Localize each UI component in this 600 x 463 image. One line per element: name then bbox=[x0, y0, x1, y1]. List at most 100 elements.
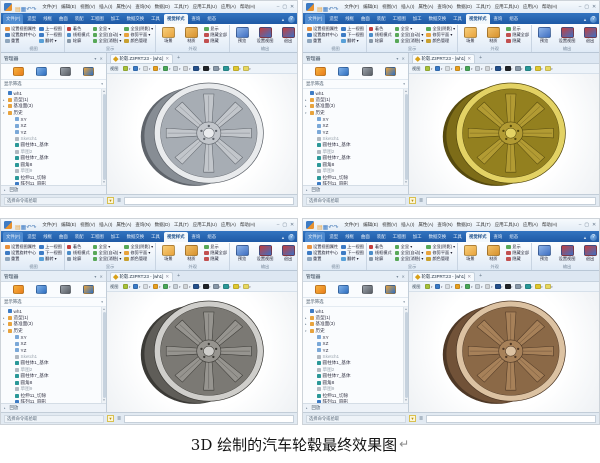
tree-expand-icon[interactable]: ▸ bbox=[3, 316, 7, 320]
filter-funnel-icon[interactable]: ▼ bbox=[107, 197, 114, 204]
snap-point-icon[interactable]: ▾ bbox=[233, 65, 241, 72]
ribbon-tab[interactable]: 曲面 bbox=[56, 14, 71, 24]
grid-icon[interactable]: ▾ bbox=[213, 283, 221, 290]
menu-item[interactable]: 文件(F) bbox=[344, 2, 359, 12]
model-canvas[interactable] bbox=[107, 74, 297, 194]
menu-item[interactable]: 数据(D) bbox=[457, 220, 472, 230]
wireframe-icon[interactable]: ▾ bbox=[142, 65, 150, 72]
grid-icon[interactable]: ▾ bbox=[515, 65, 523, 72]
sketch-edit-icon[interactable]: ▾ bbox=[484, 65, 493, 72]
ribbon-button[interactable]: 重置 bbox=[307, 256, 338, 262]
replay-section[interactable]: ▸ 回放 bbox=[1, 403, 106, 412]
ribbon-button[interactable]: 翻转 ▾ bbox=[341, 256, 364, 262]
ribbon-tab[interactable]: 工具 bbox=[450, 14, 465, 24]
command-input[interactable] bbox=[426, 196, 596, 205]
tree-expand-icon[interactable]: ▸ bbox=[305, 104, 309, 108]
globe-icon[interactable]: ▾ bbox=[525, 283, 533, 290]
pin-icon[interactable]: ▾ bbox=[94, 56, 96, 61]
ribbon-tab[interactable]: 文件(F) bbox=[3, 232, 24, 242]
ribbon-collapse-icon[interactable]: ▲ bbox=[583, 17, 587, 22]
minimize-button[interactable]: – bbox=[579, 221, 582, 230]
ribbon-button[interactable]: 全显(消隐) ▾ bbox=[394, 38, 423, 44]
menu-item[interactable]: 属性(A) bbox=[116, 2, 131, 12]
list-icon[interactable]: ≣ bbox=[117, 415, 121, 423]
light-icon[interactable]: ▾ bbox=[454, 283, 462, 290]
view-dropdown[interactable]: 视图 bbox=[110, 284, 118, 290]
ribbon-button[interactable]: 颜色管理 bbox=[426, 256, 455, 262]
frame-icon[interactable]: ▾ bbox=[474, 283, 482, 290]
tree-item[interactable]: 阵列11_圆形 bbox=[303, 399, 402, 403]
menu-item[interactable]: 帮助(H) bbox=[240, 2, 255, 12]
new-tab-button[interactable]: + bbox=[175, 272, 182, 281]
tree-scrollbar[interactable]: ▲ ▼ bbox=[101, 89, 106, 185]
view-dropdown[interactable]: 视图 bbox=[110, 66, 118, 72]
ribbon-big-button[interactable]: 退出 bbox=[580, 26, 599, 44]
light-icon[interactable]: ▾ bbox=[152, 65, 160, 72]
model-canvas[interactable] bbox=[409, 74, 599, 194]
menu-item[interactable]: 插入(I) bbox=[401, 220, 414, 230]
ribbon-tab[interactable]: 组态 bbox=[506, 232, 521, 242]
menu-item[interactable]: 查询(N) bbox=[437, 2, 452, 12]
menu-item[interactable]: 数据(D) bbox=[155, 2, 170, 12]
ribbon-button[interactable]: 全显(消隐) ▾ bbox=[92, 38, 121, 44]
panel-close-icon[interactable]: ✕ bbox=[99, 274, 103, 279]
maximize-button[interactable]: ▢ bbox=[584, 221, 589, 230]
ribbon-tab[interactable]: 数据交换 bbox=[426, 14, 450, 24]
visual-manager-icon[interactable] bbox=[384, 285, 396, 294]
minimize-button[interactable]: – bbox=[277, 221, 280, 230]
ribbon-big-button[interactable]: 设置视图 bbox=[557, 244, 577, 262]
ribbon-tab[interactable]: 工具 bbox=[148, 14, 163, 24]
ribbon-tab[interactable]: 工程图 bbox=[390, 14, 409, 24]
ribbon-big-button[interactable]: 设置视图 bbox=[255, 244, 275, 262]
chevron-down-icon[interactable]: ▾ bbox=[101, 300, 103, 304]
ribbon-tab[interactable]: 查询 bbox=[189, 232, 204, 242]
close-button[interactable]: ✕ bbox=[290, 3, 294, 12]
tree-scrollbar[interactable]: ▲ ▼ bbox=[403, 307, 408, 403]
chevron-down-icon[interactable]: ▾ bbox=[101, 82, 103, 86]
menu-item[interactable]: 编辑(E) bbox=[363, 220, 378, 230]
ribbon-tab[interactable]: 组态 bbox=[506, 14, 521, 24]
ribbon-tab[interactable]: 文件(F) bbox=[305, 232, 326, 242]
ribbon-big-button[interactable]: 材质 bbox=[181, 244, 201, 262]
history-manager-icon[interactable] bbox=[13, 67, 25, 76]
scroll-up-icon[interactable]: ▲ bbox=[405, 308, 408, 311]
ribbon-button[interactable]: 全显(消隐) ▾ bbox=[92, 256, 121, 262]
ribbon-big-button[interactable]: 场景 bbox=[460, 244, 480, 262]
list-icon[interactable]: ≣ bbox=[117, 197, 121, 205]
tree-expand-icon[interactable]: ▸ bbox=[305, 98, 309, 102]
ribbon-tab[interactable]: 曲面 bbox=[358, 14, 373, 24]
ribbon-big-button[interactable]: 材质 bbox=[483, 26, 503, 44]
panel-close-icon[interactable]: ✕ bbox=[401, 274, 405, 279]
globe-icon[interactable]: ▾ bbox=[525, 65, 533, 72]
tree-expand-icon[interactable]: ▾ bbox=[305, 111, 309, 115]
menu-item[interactable]: 应用工具(U) bbox=[495, 2, 519, 12]
ribbon-button[interactable]: 全显(消隐) ▾ bbox=[394, 256, 423, 262]
section-view-icon[interactable]: ▾ bbox=[193, 65, 201, 72]
filter-funnel-icon[interactable]: ▼ bbox=[107, 415, 114, 422]
menu-item[interactable]: 插入(I) bbox=[401, 2, 414, 12]
menu-item[interactable]: 应用(A) bbox=[221, 220, 236, 230]
view-orientation-icon[interactable]: ▾ bbox=[434, 283, 442, 290]
ribbon-collapse-icon[interactable]: ▲ bbox=[281, 17, 285, 22]
view-manager-icon[interactable] bbox=[59, 67, 71, 76]
menu-item[interactable]: 工具(T) bbox=[476, 220, 491, 230]
menu-item[interactable]: 应用工具(U) bbox=[193, 2, 217, 12]
menu-item[interactable]: 视图(V) bbox=[80, 220, 95, 230]
new-tab-button[interactable]: + bbox=[477, 272, 484, 281]
menu-item[interactable]: 应用(A) bbox=[221, 2, 236, 12]
ribbon-button[interactable]: 颜色管理 bbox=[124, 256, 153, 262]
close-button[interactable]: ✕ bbox=[592, 221, 596, 230]
view-orientation-icon[interactable]: ▾ bbox=[132, 65, 140, 72]
scroll-up-icon[interactable]: ▲ bbox=[405, 90, 408, 93]
menu-item[interactable]: 数据(D) bbox=[457, 2, 472, 12]
tree-item[interactable]: 阵列11_圆形 bbox=[1, 399, 100, 403]
menu-item[interactable]: 编辑(E) bbox=[363, 2, 378, 12]
menu-item[interactable]: 数据(D) bbox=[155, 220, 170, 230]
tree-scrollbar[interactable]: ▲ ▼ bbox=[101, 307, 106, 403]
snap-point-icon[interactable]: ▾ bbox=[233, 283, 241, 290]
ribbon-collapse-icon[interactable]: ▲ bbox=[281, 235, 285, 240]
grid-icon[interactable]: ▾ bbox=[515, 283, 523, 290]
menu-item[interactable]: 帮助(H) bbox=[240, 220, 255, 230]
ribbon-tab[interactable]: 造型 bbox=[326, 14, 341, 24]
scroll-thumb[interactable] bbox=[102, 312, 106, 398]
